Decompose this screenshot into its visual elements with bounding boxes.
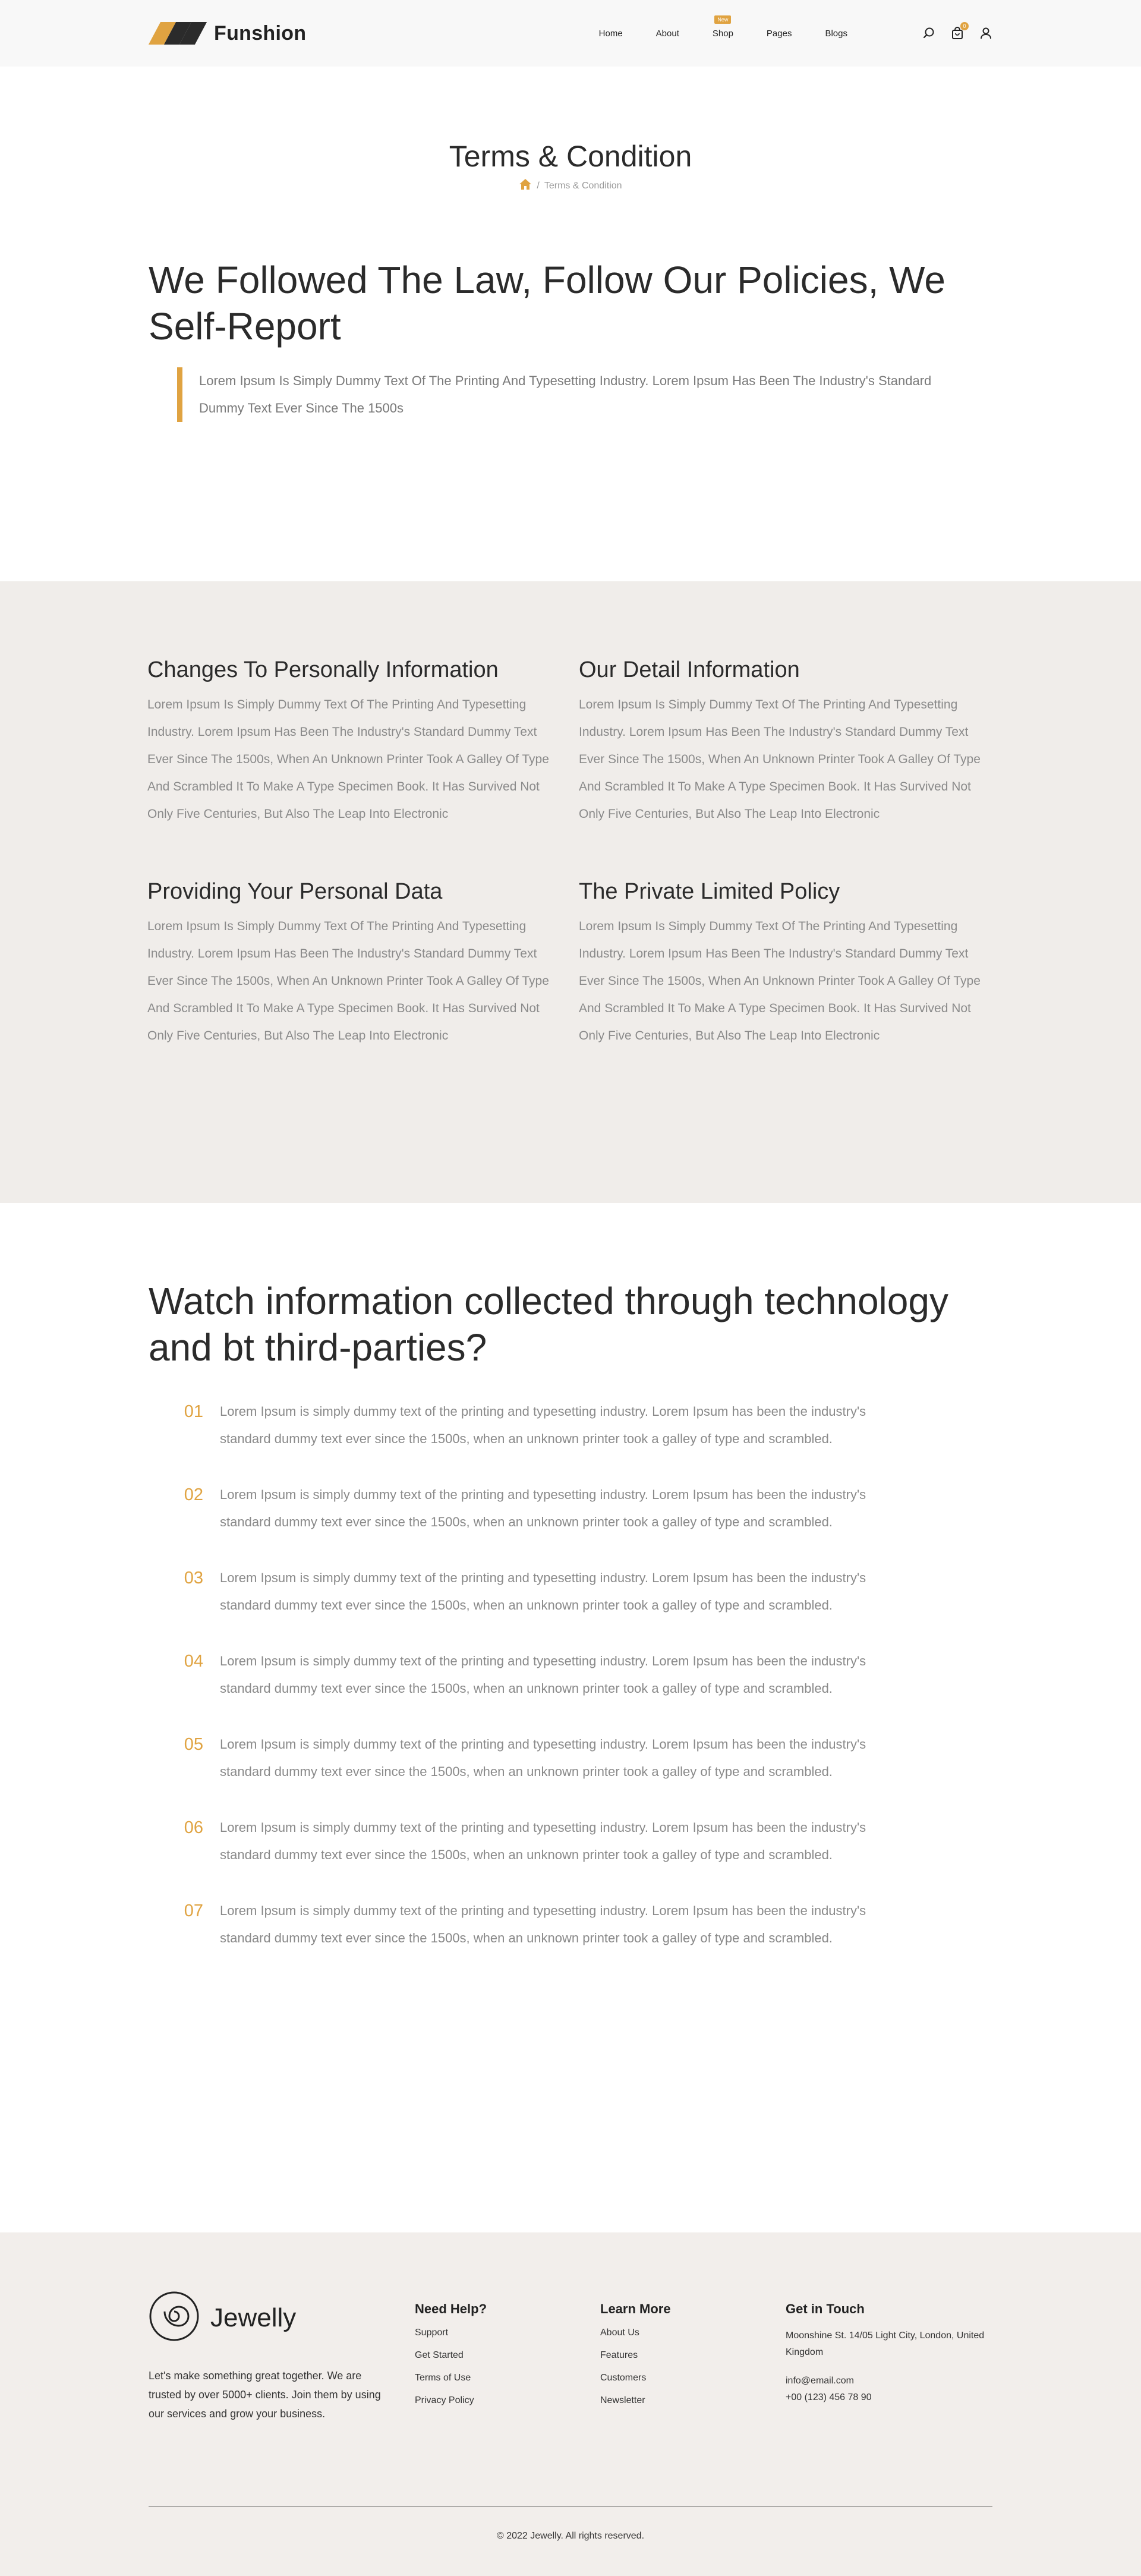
new-badge: New (714, 15, 732, 24)
footer-brand-name: Jewelly (210, 2303, 297, 2332)
nav-item-pages[interactable]: Pages (750, 29, 809, 39)
list-item-number: 07 (184, 1901, 203, 1920)
list-item: 06 Lorem Ipsum is simply dummy text of t… (149, 1814, 992, 1869)
site-header: Funshion Home About New Shop Pages Blogs (0, 0, 1141, 67)
footer-contact: Get in Touch Moonshine St. 14/05 Light C… (786, 2291, 992, 2423)
list-item: 02 Lorem Ipsum is simply dummy text of t… (149, 1481, 992, 1536)
footer-link-terms[interactable]: Terms of Use (415, 2373, 600, 2383)
intro-heading: We Followed The Law, Follow Our Policies… (149, 259, 945, 348)
footer-learn-more: Learn More About Us Features Customers N… (600, 2291, 786, 2423)
breadcrumb-separator: / (537, 180, 540, 191)
footer-heading: Get in Touch (786, 2301, 865, 2316)
site-footer: Jewelly Let's make something great toget… (0, 2232, 1141, 2576)
footer-phone[interactable]: +00 (123) 456 78 90 (786, 2389, 992, 2406)
nav-label: About (655, 28, 679, 39)
list-item: 01 Lorem Ipsum is simply dummy text of t… (149, 1398, 992, 1453)
footer-description: Let's make something great together. We … (149, 2370, 381, 2420)
footer-link-privacy[interactable]: Privacy Policy (415, 2395, 600, 2406)
footer-heading: Learn More (600, 2301, 671, 2316)
policy-block: Our Detail Information Lorem Ipsum Is Si… (579, 657, 994, 828)
nav-label: Shop (712, 28, 733, 39)
cart-count-badge: 0 (960, 22, 969, 30)
list-item: 03 Lorem Ipsum is simply dummy text of t… (149, 1564, 992, 1619)
policy-sections: Changes To Personally Information Lorem … (0, 581, 1141, 1203)
watch-heading: Watch information collected through tech… (149, 1280, 948, 1369)
home-icon[interactable] (519, 178, 532, 193)
footer-email[interactable]: info@email.com (786, 2373, 992, 2389)
list-item-number: 01 (184, 1402, 203, 1421)
footer-link-newsletter[interactable]: Newsletter (600, 2395, 786, 2406)
page-title: Terms & Condition (449, 140, 692, 173)
footer-link-features[interactable]: Features (600, 2350, 786, 2361)
nav-item-home[interactable]: Home (582, 29, 639, 39)
list-item-number: 06 (184, 1818, 203, 1837)
policy-title: Changes To Personally Information (147, 657, 499, 682)
footer-link-support[interactable]: Support (415, 2328, 600, 2338)
breadcrumb-current: Terms & Condition (544, 180, 622, 191)
policy-block: Providing Your Personal Data Lorem Ipsum… (147, 879, 579, 1050)
policy-block: The Private Limited Policy Lorem Ipsum I… (579, 879, 994, 1050)
footer-brand-column: Jewelly Let's make something great toget… (149, 2291, 415, 2423)
nav-label: Pages (766, 28, 792, 39)
footer-copyright: © 2022 Jewelly. All rights reserved. (496, 2531, 645, 2541)
watch-section: Watch information collected through tech… (149, 1203, 992, 2232)
spiral-logo-icon (149, 2291, 200, 2345)
list-item: 04 Lorem Ipsum is simply dummy text of t… (149, 1648, 992, 1702)
footer-heading: Need Help? (415, 2301, 487, 2316)
main-nav: Home About New Shop Pages Blogs (582, 15, 864, 39)
footer-link-get-started[interactable]: Get Started (415, 2350, 600, 2361)
list-item-number: 04 (184, 1652, 203, 1671)
footer-link-customers[interactable]: Customers (600, 2373, 786, 2383)
intro-quote: Lorem Ipsum Is Simply Dummy Text Of The … (177, 367, 973, 422)
list-item-text: Lorem Ipsum is simply dummy text of the … (220, 1654, 866, 1696)
list-item: 05 Lorem Ipsum is simply dummy text of t… (149, 1731, 992, 1785)
cart-icon[interactable]: 0 (951, 22, 969, 40)
logo-mark-icon (148, 22, 207, 45)
footer-address: Moonshine St. 14/05 Light City, London, … (786, 2331, 985, 2357)
policy-body: Lorem Ipsum Is Simply Dummy Text Of The … (147, 698, 549, 821)
list-item-text: Lorem Ipsum is simply dummy text of the … (220, 1903, 866, 1945)
nav-label: Home (598, 28, 623, 39)
list-item-text: Lorem Ipsum is simply dummy text of the … (220, 1737, 866, 1779)
policy-body: Lorem Ipsum Is Simply Dummy Text Of The … (579, 919, 981, 1043)
list-item-number: 02 (184, 1485, 203, 1504)
list-item-number: 03 (184, 1569, 203, 1588)
breadcrumb: / Terms & Condition (0, 178, 1141, 193)
nav-label: Blogs (825, 28, 847, 39)
list-item-text: Lorem Ipsum is simply dummy text of the … (220, 1487, 866, 1529)
policy-title: The Private Limited Policy (579, 879, 840, 904)
user-icon[interactable] (979, 27, 992, 40)
nav-item-about[interactable]: About (639, 29, 696, 39)
nav-item-blogs[interactable]: Blogs (808, 29, 864, 39)
nav-item-shop[interactable]: New Shop (696, 15, 750, 39)
list-item-number: 05 (184, 1735, 203, 1754)
search-icon[interactable] (922, 27, 935, 40)
policy-body: Lorem Ipsum Is Simply Dummy Text Of The … (147, 919, 549, 1043)
footer-link-about[interactable]: About Us (600, 2328, 786, 2338)
list-item-text: Lorem Ipsum is simply dummy text of the … (220, 1404, 866, 1446)
brand-name: Funshion (214, 21, 307, 45)
footer-logo[interactable]: Jewelly (149, 2291, 415, 2345)
policy-title: Providing Your Personal Data (147, 879, 443, 904)
list-item-text: Lorem Ipsum is simply dummy text of the … (220, 1820, 866, 1862)
footer-need-help: Need Help? Support Get Started Terms of … (415, 2291, 600, 2423)
policy-title: Our Detail Information (579, 657, 800, 682)
brand-logo[interactable]: Funshion (148, 21, 307, 45)
policy-block: Changes To Personally Information Lorem … (147, 657, 579, 828)
list-item: 07 Lorem Ipsum is simply dummy text of t… (149, 1897, 992, 1952)
intro-section: We Followed The Law, Follow Our Policies… (149, 257, 992, 581)
list-item-text: Lorem Ipsum is simply dummy text of the … (220, 1570, 866, 1613)
policy-body: Lorem Ipsum Is Simply Dummy Text Of The … (579, 698, 981, 821)
page-title-section: Terms & Condition / Terms & Condition (0, 67, 1141, 257)
